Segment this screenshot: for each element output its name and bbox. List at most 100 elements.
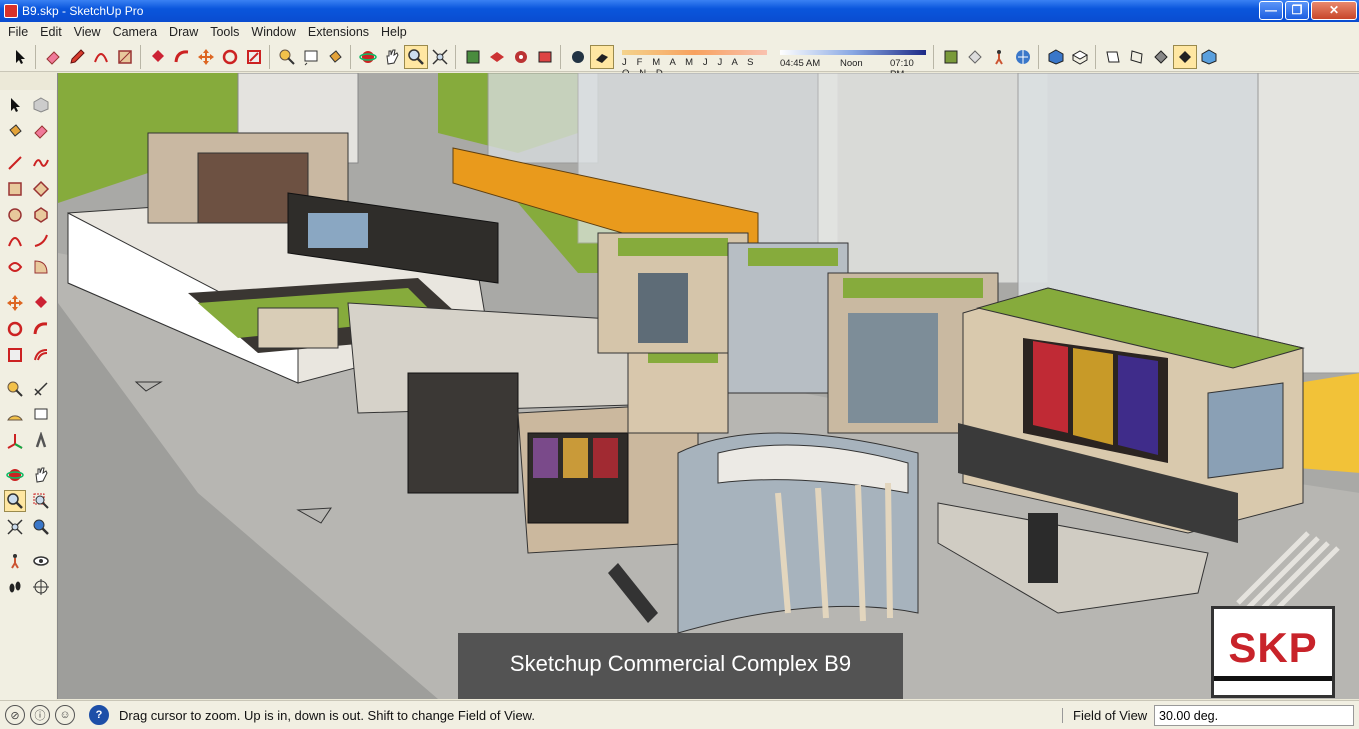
display-section-icon[interactable] [963, 45, 987, 69]
iso-view-icon[interactable] [1044, 45, 1068, 69]
section-plane-tool-icon[interactable] [30, 576, 52, 598]
extension-warehouse-icon[interactable] [533, 45, 557, 69]
rectangle-icon[interactable] [113, 45, 137, 69]
maximize-button[interactable]: ❐ [1285, 1, 1309, 20]
walk-icon[interactable] [987, 45, 1011, 69]
zoom-extents-tool-icon[interactable] [4, 516, 26, 538]
geo-location-icon[interactable] [1011, 45, 1035, 69]
rotated-rectangle-icon[interactable] [30, 178, 52, 200]
share-model-icon[interactable] [485, 45, 509, 69]
main-toolbar: J F M A M J J A S O N D 04:45 AM Noon 07… [0, 42, 1359, 80]
menu-bar: File Edit View Camera Draw Tools Window … [0, 22, 1359, 42]
pan-icon[interactable] [380, 45, 404, 69]
tape-measure-tool-icon[interactable] [4, 378, 26, 400]
zoom-icon[interactable] [404, 44, 428, 69]
follow-me-icon[interactable] [170, 45, 194, 69]
offset-tool-icon[interactable] [30, 344, 52, 366]
menu-file[interactable]: File [2, 22, 34, 42]
polygon-tool-icon[interactable] [30, 204, 52, 226]
title-bar: B9.skp - SketchUp Pro — ❐ ✕ [0, 0, 1359, 22]
arc-tool-icon[interactable] [4, 230, 26, 252]
zoom-extents-icon[interactable] [428, 45, 452, 69]
3d-text-tool-icon[interactable] [30, 430, 52, 452]
push-pull-tool-icon[interactable] [30, 292, 52, 314]
text-tool-icon[interactable] [299, 45, 323, 69]
zoom-tool-icon[interactable] [4, 490, 26, 512]
rotate-tool-icon[interactable] [4, 318, 26, 340]
select-tool-icon[interactable] [8, 45, 32, 69]
menu-extensions[interactable]: Extensions [302, 22, 375, 42]
warehouse-icon[interactable] [461, 45, 485, 69]
three-point-arc-icon[interactable] [4, 256, 26, 278]
push-pull-icon[interactable] [146, 45, 170, 69]
building-model-render [58, 73, 1359, 699]
arc-icon[interactable] [89, 45, 113, 69]
line-tool-icon[interactable] [4, 152, 26, 174]
circle-tool-icon[interactable] [4, 204, 26, 226]
scale-tool-icon[interactable] [4, 344, 26, 366]
shaded-style-icon[interactable] [1149, 45, 1173, 69]
zoom-window-tool-icon[interactable] [30, 490, 52, 512]
skp-logo-bar [1214, 675, 1332, 681]
make-component-icon[interactable] [30, 94, 52, 116]
xray-style-icon[interactable] [1101, 45, 1125, 69]
wireframe-style-icon[interactable] [1125, 45, 1149, 69]
top-view-icon[interactable] [1068, 45, 1092, 69]
close-button[interactable]: ✕ [1311, 1, 1357, 20]
measurements-input[interactable] [1154, 705, 1354, 726]
walk-tool-icon[interactable] [4, 576, 26, 598]
status-bar: ⊘ ⓘ ☺ ? Drag cursor to zoom. Up is in, d… [0, 700, 1359, 729]
rotate-icon[interactable] [218, 45, 242, 69]
menu-draw[interactable]: Draw [163, 22, 204, 42]
menu-camera[interactable]: Camera [107, 22, 163, 42]
menu-help[interactable]: Help [375, 22, 413, 42]
user-status-icon[interactable]: ☺ [55, 705, 75, 725]
shadow-settings-icon[interactable] [566, 45, 590, 69]
previous-view-tool-icon[interactable] [30, 516, 52, 538]
look-around-tool-icon[interactable] [30, 550, 52, 572]
menu-edit[interactable]: Edit [34, 22, 68, 42]
skp-logo: SKP [1211, 606, 1335, 698]
orbit-icon[interactable] [356, 45, 380, 69]
status-message: Drag cursor to zoom. Up is in, down is o… [119, 707, 535, 723]
text-label-tool-icon[interactable] [30, 404, 52, 426]
textured-style-icon[interactable] [1173, 44, 1197, 69]
pie-tool-icon[interactable] [30, 256, 52, 278]
eraser-icon[interactable] [41, 45, 65, 69]
dimension-tool-icon[interactable] [30, 378, 52, 400]
component-icon[interactable] [509, 45, 533, 69]
menu-view[interactable]: View [68, 22, 107, 42]
pan-tool-icon[interactable] [30, 464, 52, 486]
protractor-tool-icon[interactable] [4, 404, 26, 426]
follow-me-tool-icon[interactable] [30, 318, 52, 340]
menu-window[interactable]: Window [245, 22, 301, 42]
move-icon[interactable] [194, 45, 218, 69]
pencil-icon[interactable] [65, 45, 89, 69]
credits-status-icon[interactable]: ⓘ [30, 705, 50, 725]
geo-location-status-icon[interactable]: ⊘ [5, 705, 25, 725]
select-arrow-icon[interactable] [4, 94, 26, 116]
time-slider-track[interactable] [780, 49, 926, 55]
paint-bucket-icon[interactable] [323, 45, 347, 69]
rectangle-tool-icon[interactable] [4, 178, 26, 200]
paint-bucket-tool-icon[interactable] [4, 120, 26, 142]
section-plane-icon[interactable] [939, 45, 963, 69]
eraser-tool-icon[interactable] [30, 120, 52, 142]
tape-measure-icon[interactable] [275, 45, 299, 69]
shadow-time-slider[interactable]: J F M A M J J A S O N D 04:45 AM Noon 07… [618, 44, 930, 80]
menu-tools[interactable]: Tools [204, 22, 245, 42]
orbit-tool-icon[interactable] [4, 464, 26, 486]
model-viewport[interactable]: Sketchup Commercial Complex B9 SKP [57, 73, 1359, 699]
scale-icon[interactable] [242, 45, 266, 69]
position-camera-tool-icon[interactable] [4, 550, 26, 572]
move-tool-icon[interactable] [4, 292, 26, 314]
display-shadows-icon[interactable] [590, 44, 614, 69]
monochrome-style-icon[interactable] [1197, 45, 1221, 69]
freehand-tool-icon[interactable] [30, 152, 52, 174]
date-slider-track[interactable] [622, 49, 767, 55]
sketchup-app-icon [4, 4, 18, 18]
help-icon[interactable]: ? [89, 705, 109, 725]
axes-tool-icon[interactable] [4, 430, 26, 452]
two-point-arc-icon[interactable] [30, 230, 52, 252]
minimize-button[interactable]: — [1259, 1, 1283, 20]
